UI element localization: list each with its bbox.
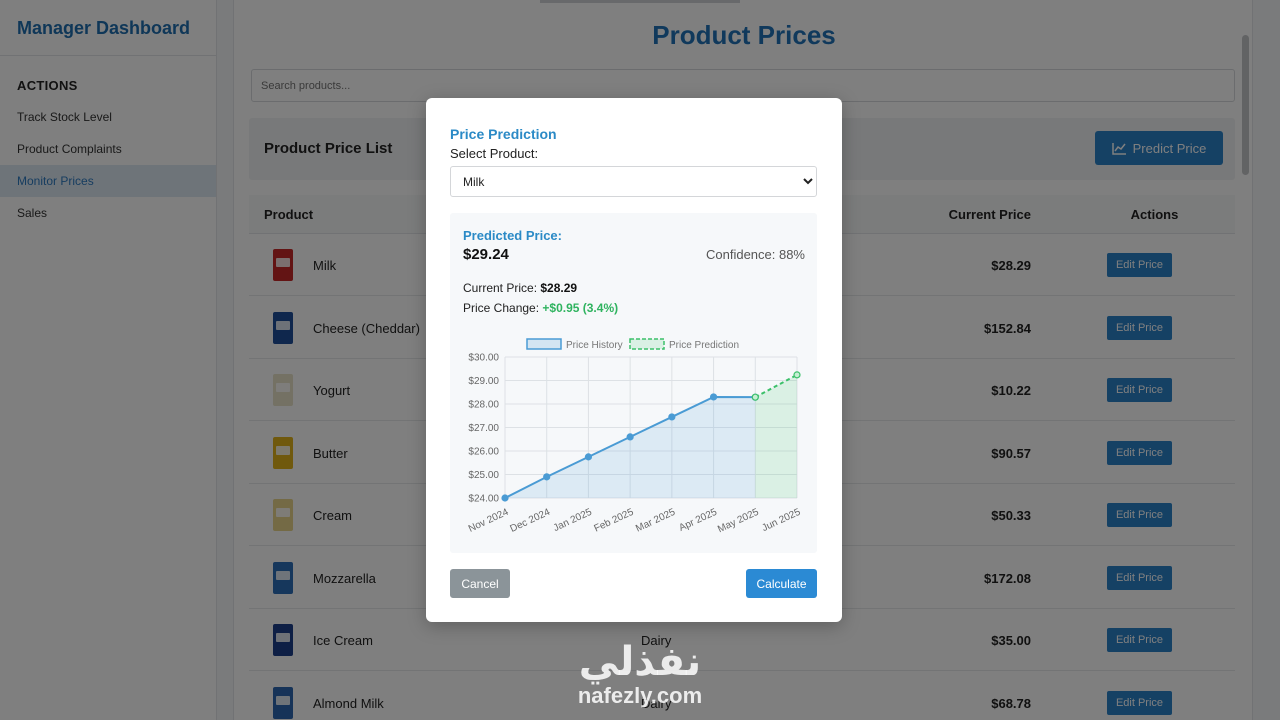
watermark-arabic: نفذلي — [578, 640, 702, 684]
y-tick-label: $30.00 — [468, 353, 499, 364]
x-tick-label: Nov 2024 — [467, 507, 511, 535]
y-tick-label: $28.00 — [468, 400, 499, 411]
current-price-value: $28.29 — [540, 281, 578, 295]
y-tick-label: $24.00 — [468, 494, 499, 505]
data-point — [584, 453, 593, 461]
confidence-text: Confidence: 88% — [705, 247, 805, 262]
watermark-latin: nafezly.com — [577, 683, 703, 708]
y-tick-label: $29.00 — [468, 376, 499, 387]
price-change-label: Price Change: — [463, 301, 540, 315]
data-point — [543, 473, 551, 481]
current-price-line: Current Price: $28.29 — [463, 281, 577, 295]
data-point — [709, 393, 718, 401]
data-point — [501, 494, 509, 502]
x-tick-label: May 2025 — [716, 507, 761, 536]
x-tick-label: Jan 2025 — [552, 507, 594, 535]
y-tick-label: $26.00 — [468, 447, 499, 458]
price-prediction-modal: Price Prediction Select Product: Milk Pr… — [426, 98, 842, 622]
y-tick-label: $25.00 — [468, 470, 499, 481]
product-select[interactable]: Milk — [450, 166, 817, 197]
price-change-value: +$0.95 (3.4%) — [542, 301, 619, 315]
y-tick-label: $27.00 — [468, 423, 499, 434]
predicted-price-value: $29.24 — [463, 246, 509, 263]
x-tick-label: Feb 2025 — [592, 507, 635, 535]
x-tick-label: Mar 2025 — [634, 507, 677, 535]
cancel-button[interactable]: Cancel — [450, 569, 510, 598]
legend-swatch — [526, 338, 562, 350]
x-tick-label: Dec 2024 — [509, 507, 553, 535]
x-tick-label: Apr 2025 — [677, 507, 719, 534]
watermark: نفذلي nafezly.com — [560, 640, 720, 708]
data-point — [668, 413, 676, 421]
legend-label: Price Prediction — [669, 340, 739, 351]
predicted-price-label: Predicted Price: — [463, 228, 562, 243]
modal-title: Price Prediction — [450, 126, 557, 142]
x-tick-label: Jun 2025 — [760, 507, 802, 535]
price-change-line: Price Change: +$0.95 (3.4%) — [463, 301, 618, 315]
data-point — [626, 433, 634, 441]
prediction-result-panel: Predicted Price: $29.24 Confidence: 88% … — [450, 213, 817, 553]
legend-swatch — [629, 338, 665, 350]
select-product-label: Select Product: — [450, 146, 539, 161]
price-chart: $30.00 $29.00 $28.00 $27.00 $26.00 $25.00 $24.… — [467, 338, 803, 536]
legend-label: Price History — [566, 340, 623, 351]
calculate-button[interactable]: Calculate — [746, 569, 817, 598]
current-price-label: Current Price: — [463, 281, 538, 295]
data-point — [793, 371, 801, 379]
data-point — [751, 393, 759, 401]
